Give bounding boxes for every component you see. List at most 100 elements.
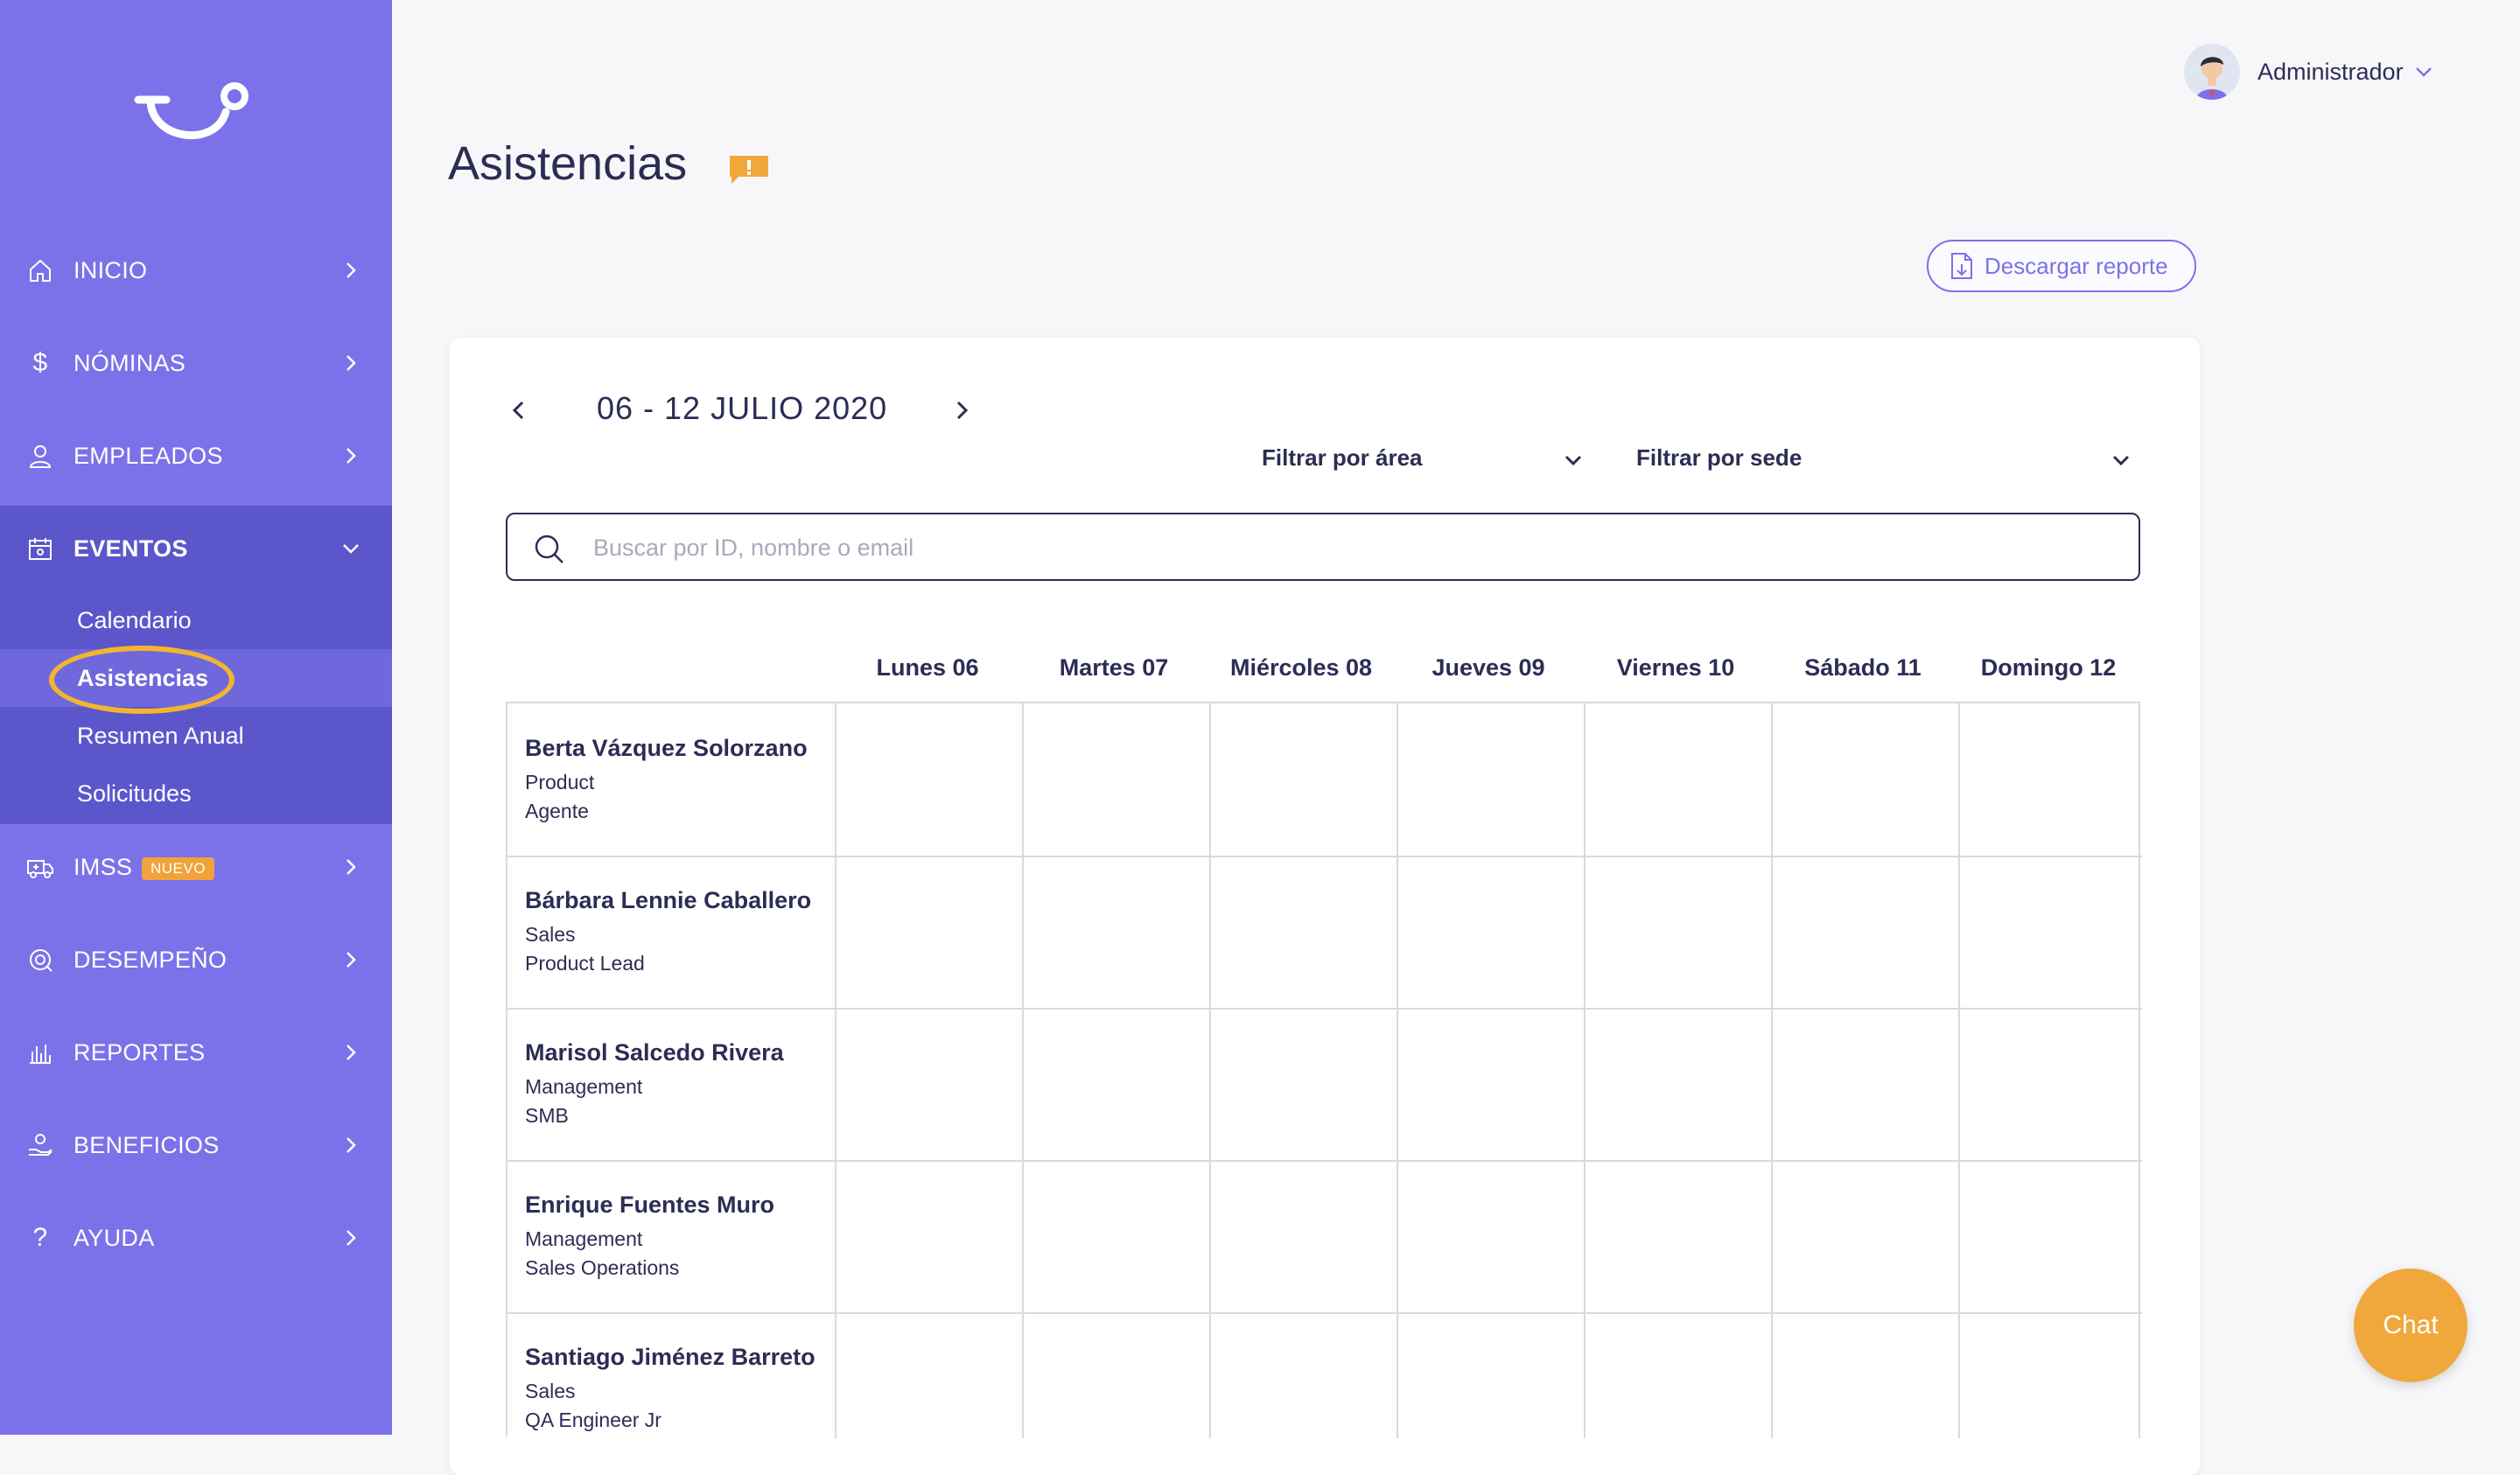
sub-calendario-label: Calendario <box>77 606 192 633</box>
employee-name: Marisol Salcedo Rivera <box>525 1039 784 1066</box>
sub-solicitudes[interactable]: Solicitudes <box>0 765 392 822</box>
employee-row[interactable]: Berta Vázquez Solorzano Product Agente <box>525 735 808 823</box>
nav-desempeno[interactable]: DESEMPEÑO <box>0 929 392 990</box>
highlight-ring <box>49 646 234 714</box>
employee-area: Product <box>525 771 595 793</box>
employee-row[interactable]: Enrique Fuentes Muro Management Sales Op… <box>525 1192 774 1280</box>
day-header-fri: Viernes 10 <box>1616 654 1735 681</box>
grid-line <box>2138 703 2140 1438</box>
employee-role: SMB <box>525 1104 569 1127</box>
sub-resumen-anual[interactable]: Resumen Anual <box>0 707 392 765</box>
employee-name: Santiago Jiménez Barreto <box>525 1344 816 1370</box>
filter-sede-label: Filtrar por sede <box>1636 444 1802 471</box>
grid-line <box>1396 703 1398 1438</box>
download-report-button[interactable]: Descargar reporte <box>1927 240 2196 292</box>
employee-row[interactable]: Bárbara Lennie Caballero Sales Product L… <box>525 887 811 975</box>
grid-line <box>1022 703 1024 1438</box>
chat-button[interactable]: Chat <box>2354 1269 2468 1382</box>
employee-area: Sales <box>525 1380 576 1402</box>
grid-line <box>508 856 2142 857</box>
chevron-right-icon <box>346 448 356 464</box>
chevron-down-icon <box>2415 67 2432 77</box>
employee-row[interactable]: Marisol Salcedo Rivera Management SMB <box>525 1039 784 1128</box>
nav-beneficios[interactable]: BENEFICIOS <box>0 1115 392 1176</box>
day-header-thu: Jueves 09 <box>1432 654 1545 681</box>
search-icon <box>535 535 564 563</box>
grid-line <box>835 703 836 1438</box>
filter-sede-dropdown[interactable]: Filtrar por sede <box>1636 444 2135 472</box>
nav-eventos[interactable]: EVENTOS <box>0 518 392 579</box>
chevron-right-icon <box>346 859 356 875</box>
grid-line <box>508 1008 2142 1010</box>
nav-desempeno-label: DESEMPEÑO <box>74 946 228 973</box>
company-logo <box>134 82 248 139</box>
nav-empleados[interactable]: EMPLEADOS <box>0 425 392 486</box>
employee-name: Enrique Fuentes Muro <box>525 1192 775 1218</box>
chevron-right-icon <box>346 1137 356 1153</box>
nav-beneficios-label: BENEFICIOS <box>74 1131 220 1158</box>
employee-name: Bárbara Lennie Caballero <box>525 887 812 913</box>
chevron-down-icon <box>343 544 359 554</box>
prev-week-button[interactable] <box>508 397 530 423</box>
gift-hand-icon <box>26 1131 54 1159</box>
nav-reportes[interactable]: REPORTES <box>0 1022 392 1083</box>
user-menu[interactable]: Administrador <box>2184 44 2433 100</box>
xls-file-icon <box>1951 253 1972 279</box>
nav-nominas[interactable]: $ NÓMINAS <box>0 332 392 394</box>
page-title: Asistencias <box>448 137 688 190</box>
nav-imss-label: IMSS <box>74 853 133 880</box>
chevron-right-icon <box>346 952 356 968</box>
nav-empleados-label: EMPLEADOS <box>74 442 223 469</box>
sidebar: INICIO $ NÓMINAS EMPLEADOS EVENTOS Calen… <box>0 0 392 1435</box>
day-header-sun: Domingo 12 <box>1980 654 2117 681</box>
chevron-right-icon <box>346 1045 356 1060</box>
employee-area: Management <box>525 1075 643 1098</box>
ambulance-icon <box>26 853 54 881</box>
grid-line <box>1958 703 1960 1438</box>
nav-reportes-label: REPORTES <box>74 1038 206 1066</box>
download-report-label: Descargar reporte <box>1984 252 2168 279</box>
sub-calendario[interactable]: Calendario <box>0 591 392 649</box>
nav-inicio-label: INICIO <box>74 256 148 283</box>
week-range: 06 - 12 JULIO 2020 <box>597 390 888 426</box>
employee-area: Sales <box>525 923 576 946</box>
user-icon <box>26 442 54 470</box>
alert-flag-icon <box>730 156 768 184</box>
chevron-right-icon <box>346 1230 356 1246</box>
search-input[interactable] <box>592 527 2118 569</box>
grid-line <box>508 1160 2142 1162</box>
grid-line <box>1209 703 1211 1438</box>
employee-role: Sales Operations <box>525 1256 680 1279</box>
grid-line <box>508 1312 2142 1314</box>
calendar-icon <box>26 535 54 563</box>
sub-resumen-anual-label: Resumen Anual <box>77 722 244 749</box>
filter-area-dropdown[interactable]: Filtrar por área <box>1262 444 1586 472</box>
nav-imss[interactable]: IMSS NUEVO <box>0 836 392 898</box>
employee-role: QA Engineer Jr <box>525 1409 662 1431</box>
employee-role: Product Lead <box>525 952 645 975</box>
employee-name: Berta Vázquez Solorzano <box>525 735 808 761</box>
grid-line <box>1771 703 1773 1438</box>
nav-eventos-label: EVENTOS <box>74 535 188 562</box>
new-badge: NUEVO <box>142 857 214 880</box>
day-header-wed: Miércoles 08 <box>1229 654 1373 681</box>
employee-role: Agente <box>525 800 589 822</box>
nav-ayuda-label: AYUDA <box>74 1224 155 1251</box>
employee-area: Management <box>525 1227 643 1250</box>
sub-solicitudes-label: Solicitudes <box>77 779 192 807</box>
day-header-mon: Lunes 06 <box>876 654 979 681</box>
user-name: Administrador <box>2258 58 2404 85</box>
question-icon: ? <box>32 1223 48 1252</box>
employee-row[interactable]: Santiago Jiménez Barreto Sales QA Engine… <box>525 1344 816 1432</box>
home-icon <box>26 256 54 284</box>
nav-nominas-label: NÓMINAS <box>74 349 186 376</box>
chevron-right-icon <box>346 262 356 278</box>
day-header-sat: Sábado 11 <box>1804 654 1922 681</box>
nav-ayuda[interactable]: ? AYUDA <box>0 1207 392 1269</box>
avatar <box>2184 44 2240 100</box>
grid-line <box>1584 703 1586 1438</box>
next-week-button[interactable] <box>950 397 973 423</box>
nav-inicio[interactable]: INICIO <box>0 240 392 301</box>
bar-chart-icon <box>26 1038 54 1066</box>
dollar-icon: $ <box>32 348 48 377</box>
